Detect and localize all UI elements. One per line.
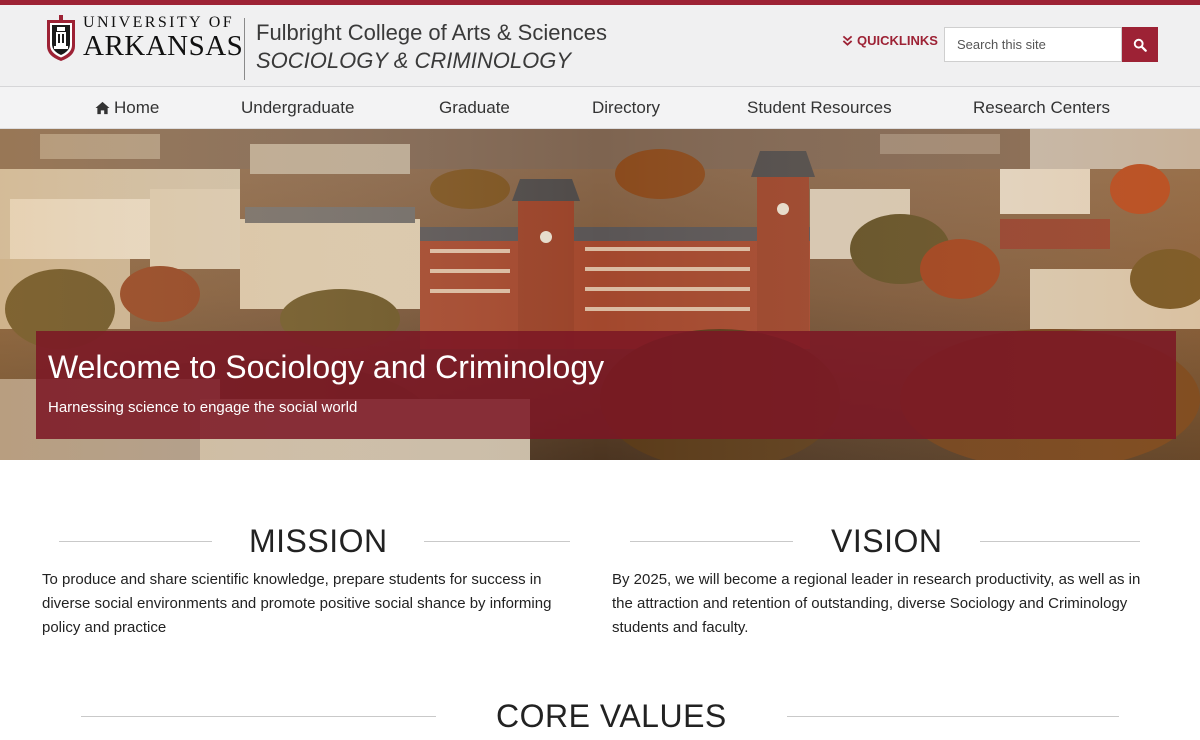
nav-item-directory[interactable]: Directory bbox=[592, 87, 660, 129]
nav-item-research-centers[interactable]: Research Centers bbox=[973, 87, 1110, 129]
nav-item-home[interactable]: Home bbox=[95, 87, 159, 129]
vision-text: By 2025, we will become a regional leade… bbox=[612, 571, 1141, 636]
hero-section: Welcome to Sociology and Criminology Har… bbox=[0, 129, 1200, 460]
quicklinks-label: QUICKLINKS bbox=[857, 33, 938, 48]
nav-item-student-resources[interactable]: Student Resources bbox=[747, 87, 892, 129]
hero-banner: Welcome to Sociology and Criminology Har… bbox=[36, 331, 1176, 439]
vision-rule-right bbox=[980, 540, 1140, 542]
chevron-double-down-icon bbox=[842, 35, 853, 46]
nav-item-graduate[interactable]: Graduate bbox=[439, 87, 510, 129]
main-navigation: Home Undergraduate Graduate Directory St… bbox=[0, 87, 1200, 129]
home-icon bbox=[95, 101, 110, 115]
mission-rule-left bbox=[59, 540, 212, 542]
mission-rule-right bbox=[423, 540, 570, 542]
search-icon bbox=[1133, 38, 1147, 52]
site-search bbox=[944, 27, 1158, 62]
mission-heading: MISSION bbox=[249, 522, 388, 559]
core-values-heading-row: CORE VALUES bbox=[81, 697, 1119, 735]
department-name-link[interactable]: SOCIOLOGY & CRIMINOLOGY bbox=[256, 48, 571, 74]
vision-rule-left bbox=[630, 540, 793, 542]
search-input[interactable] bbox=[944, 27, 1122, 62]
search-button[interactable] bbox=[1122, 27, 1158, 62]
hero-subtitle: Harnessing science to engage the social … bbox=[48, 399, 358, 416]
mission-text: To produce and share scientific knowledg… bbox=[42, 571, 552, 636]
college-name-link[interactable]: Fulbright College of Arts & Sciences bbox=[256, 20, 607, 46]
core-values-heading: CORE VALUES bbox=[496, 697, 727, 734]
core-values-rule-left bbox=[81, 715, 436, 717]
vision-heading: VISION bbox=[831, 522, 943, 559]
university-wordmark-main: ARKANSAS bbox=[83, 30, 244, 62]
hero-title: Welcome to Sociology and Criminology bbox=[48, 349, 605, 385]
university-wordmark-top: UNIVERSITY OF bbox=[83, 14, 235, 31]
nav-item-label: Home bbox=[114, 98, 160, 117]
university-seal-icon bbox=[47, 15, 75, 61]
mission-heading-row: MISSION bbox=[59, 522, 570, 560]
nav-item-undergraduate[interactable]: Undergraduate bbox=[241, 87, 354, 129]
quicklinks-button[interactable]: QUICKLINKS bbox=[842, 33, 938, 48]
header-divider bbox=[244, 18, 245, 80]
core-values-rule-right bbox=[786, 715, 1119, 717]
university-logo[interactable]: UNIVERSITY OF ARKANSAS bbox=[45, 14, 243, 62]
site-header: UNIVERSITY OF ARKANSAS Fulbright College… bbox=[0, 5, 1200, 87]
vision-heading-row: VISION bbox=[630, 522, 1140, 560]
